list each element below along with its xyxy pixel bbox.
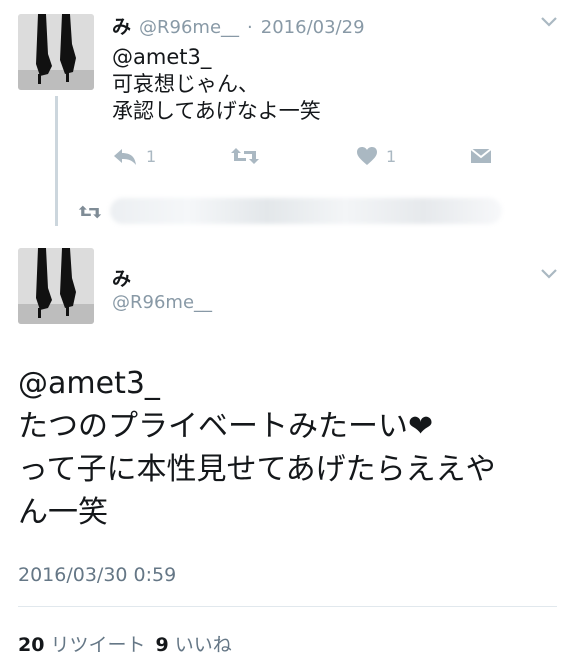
retweet-icon (231, 148, 259, 164)
divider (18, 606, 557, 607)
tweet-line: 可哀想じゃん、 (112, 72, 259, 96)
retweet-label: リツイート (50, 634, 146, 656)
like-stat[interactable]: 9 いいね (156, 630, 232, 657)
thread-line (55, 96, 58, 226)
tweet-line: ん一笑 (18, 495, 108, 530)
handle[interactable]: @R96me__ (112, 292, 212, 313)
dm-action[interactable] (470, 148, 492, 164)
retweet-icon (78, 204, 102, 224)
reply-count: 1 (146, 146, 157, 166)
reply-icon (114, 149, 136, 165)
chevron-down-icon[interactable] (540, 16, 558, 32)
retweet-count: 20 (18, 634, 45, 656)
avatar-image (18, 248, 94, 324)
envelope-icon (470, 148, 492, 163)
tweet2-text: @amet3_ たつのプライベートみたーい❤ って子に本性見せてあげたらええや … (18, 362, 496, 534)
like-count: 9 (155, 634, 169, 656)
avatar[interactable] (18, 14, 94, 90)
tweet-line: たつのプライベートみたーい❤ (18, 409, 434, 444)
like-action[interactable]: 1 (356, 146, 396, 166)
handle[interactable]: @R96me__ (139, 17, 239, 38)
display-name[interactable]: み (112, 264, 131, 291)
tweet1-text: @amet3_ 可哀想じゃん、 承認してあげなよ一笑 (112, 44, 321, 125)
tweet-date[interactable]: 2016/03/29 (261, 17, 365, 38)
tweet-line: って子に本性見せてあげたらええや (18, 452, 496, 487)
avatar[interactable] (18, 248, 94, 324)
like-label: いいね (174, 634, 232, 656)
avatar-image (18, 14, 94, 90)
tweet1-header: み @R96me__ · 2016/03/29 (112, 12, 365, 39)
heart-icon (357, 147, 377, 165)
tweet-line: @amet3_ (112, 45, 212, 69)
display-name[interactable]: み (112, 12, 131, 39)
tweet-timestamp[interactable]: 2016/03/30 0:59 (18, 564, 176, 586)
tweet-line: @amet3_ (18, 366, 160, 401)
like-count: 1 (386, 146, 397, 166)
tweet-line: 承認してあげなよ一笑 (112, 99, 321, 123)
retweet-stat[interactable]: 20 リツイート (18, 630, 146, 657)
blurred-content (110, 198, 502, 224)
separator: · (247, 17, 253, 38)
retweet-action[interactable] (230, 146, 260, 166)
engagement-counts: 20 リツイート 9 いいね (18, 630, 232, 657)
reply-action[interactable]: 1 (112, 146, 156, 166)
chevron-down-icon[interactable] (540, 268, 558, 284)
